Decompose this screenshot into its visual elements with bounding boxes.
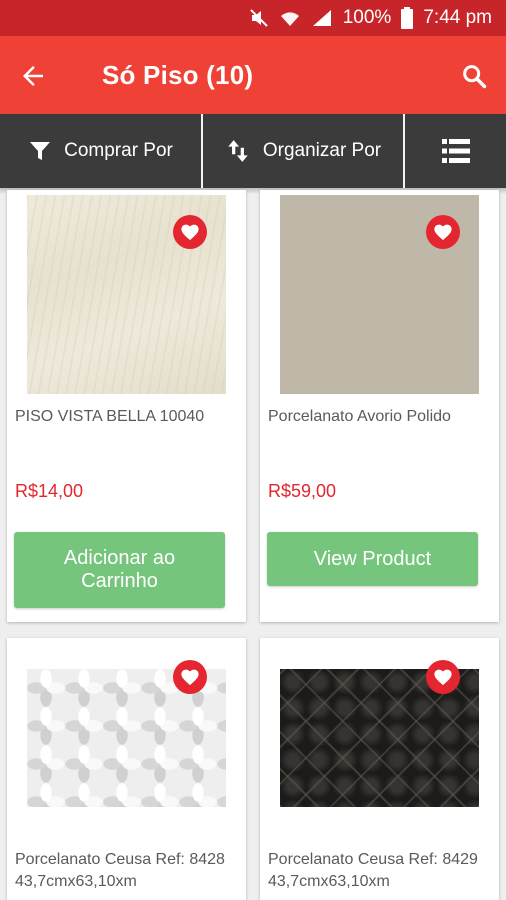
product-name[interactable]: Porcelanato Ceusa Ref: 8429 43,7cmx63,10… (268, 849, 491, 893)
product-name[interactable]: PISO VISTA BELLA 10040 (15, 406, 238, 428)
product-card[interactable]: Porcelanato Ceusa Ref: 8429 43,7cmx63,10… (260, 638, 499, 900)
sort-icon (228, 140, 248, 162)
heart-icon (181, 669, 199, 686)
buy-by-label: Comprar Por (64, 140, 173, 161)
favorite-button[interactable] (426, 660, 460, 694)
product-card[interactable]: PISO VISTA BELLA 10040 R$14,00 Adicionar… (7, 190, 246, 622)
product-name[interactable]: Porcelanato Ceusa Ref: 8428 43,7cmx63,10… (15, 849, 238, 893)
battery-percentage: 100% (342, 7, 392, 28)
search-icon[interactable] (460, 62, 488, 90)
favorite-button[interactable] (173, 215, 207, 249)
list-view-icon (441, 139, 470, 163)
product-price: R$14,00 (15, 481, 84, 501)
battery-icon (401, 7, 414, 29)
filter-icon (30, 142, 51, 160)
add-to-cart-button[interactable]: Adicionar ao Carrinho (14, 532, 225, 608)
heart-icon (434, 669, 452, 686)
clock: 7:44 pm (423, 7, 492, 28)
heart-icon (181, 224, 199, 241)
favorite-button[interactable] (426, 215, 460, 249)
product-card[interactable]: Porcelanato Avorio Polido R$59,00 View P… (260, 190, 499, 622)
mute-icon (250, 9, 268, 27)
back-arrow-icon[interactable] (18, 61, 48, 91)
product-price: R$59,00 (268, 481, 337, 501)
sort-by-button[interactable]: Organizar Por (201, 114, 403, 188)
signal-icon (312, 10, 331, 26)
buy-by-button[interactable]: Comprar Por (0, 114, 201, 188)
heart-icon (434, 224, 452, 241)
wifi-icon (280, 12, 299, 26)
filter-toolbar: Comprar Por Organizar Por (0, 114, 506, 188)
page-title: Só Piso (10) (102, 60, 254, 90)
view-product-button[interactable]: View Product (267, 532, 478, 586)
favorite-button[interactable] (173, 660, 207, 694)
view-mode-button[interactable] (403, 114, 506, 188)
product-card[interactable]: Porcelanato Ceusa Ref: 8428 43,7cmx63,10… (7, 638, 246, 900)
status-bar: 100% 7:44 pm (0, 0, 506, 36)
sort-by-label: Organizar Por (262, 140, 382, 161)
product-name[interactable]: Porcelanato Avorio Polido (268, 406, 491, 428)
app-bar: Só Piso (10) (0, 36, 506, 114)
